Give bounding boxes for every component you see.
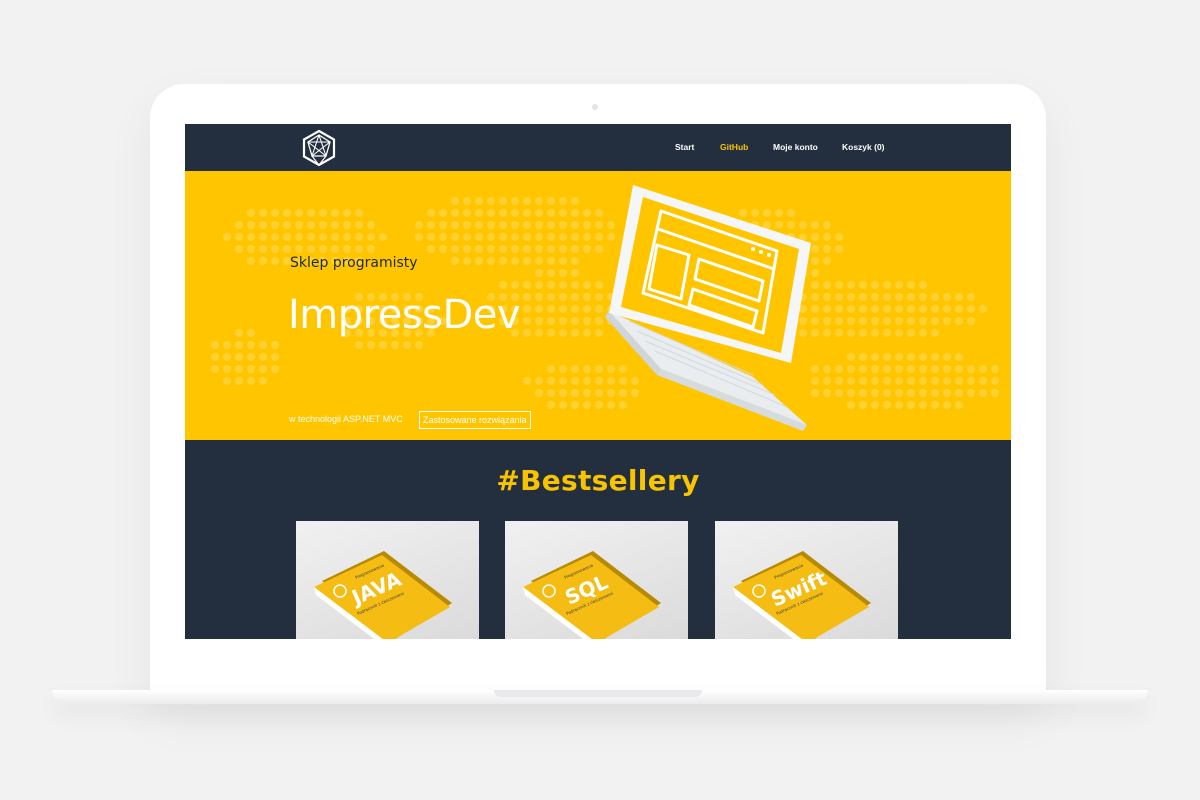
book-cover-java: Programowanie JAVA Podręcznik z ćwiczeni… xyxy=(314,551,452,639)
camera xyxy=(592,104,598,110)
laptop-notch xyxy=(494,690,702,697)
book-card-sql[interactable]: Programowanie SQL Podręcznik z ćwiczenia… xyxy=(505,521,688,639)
screen: Start GitHub Moje konto Koszyk (0) Sklep… xyxy=(185,124,1011,639)
nav-start[interactable]: Start xyxy=(675,142,694,152)
solutions-button[interactable]: Zastosowane rozwiązania xyxy=(419,411,531,429)
nav-cart[interactable]: Koszyk (0) xyxy=(842,142,885,152)
book-card-swift[interactable]: Programowanie Swift Podręcznik z ćwiczen… xyxy=(715,521,898,639)
nav-github[interactable]: GitHub xyxy=(720,142,748,152)
book-cover-swift: Programowanie Swift Podręcznik z ćwiczen… xyxy=(733,551,871,639)
bestsellers-title: #Bestsellery xyxy=(496,464,700,497)
main-nav: Start GitHub Moje konto Koszyk (0) xyxy=(185,142,1011,156)
nav-my-account[interactable]: Moje konto xyxy=(773,142,818,152)
book-card-java[interactable]: Programowanie JAVA Podręcznik z ćwiczeni… xyxy=(296,521,479,639)
hero-title: ImpressDev xyxy=(288,292,521,338)
hero-tech-text: w technologii ASP.NET MVC xyxy=(289,414,403,424)
book-cover-sql: Programowanie SQL Podręcznik z ćwiczenia… xyxy=(523,551,661,639)
hero-banner: Sklep programisty ImpressDev w technolog… xyxy=(185,171,1011,440)
hero-subtitle: Sklep programisty xyxy=(290,255,418,271)
laptop-illustration xyxy=(605,185,811,431)
bestsellers-section: #Bestsellery Programowanie JAVA Podręczn… xyxy=(185,440,1011,639)
navbar: Start GitHub Moje konto Koszyk (0) xyxy=(185,124,1011,171)
